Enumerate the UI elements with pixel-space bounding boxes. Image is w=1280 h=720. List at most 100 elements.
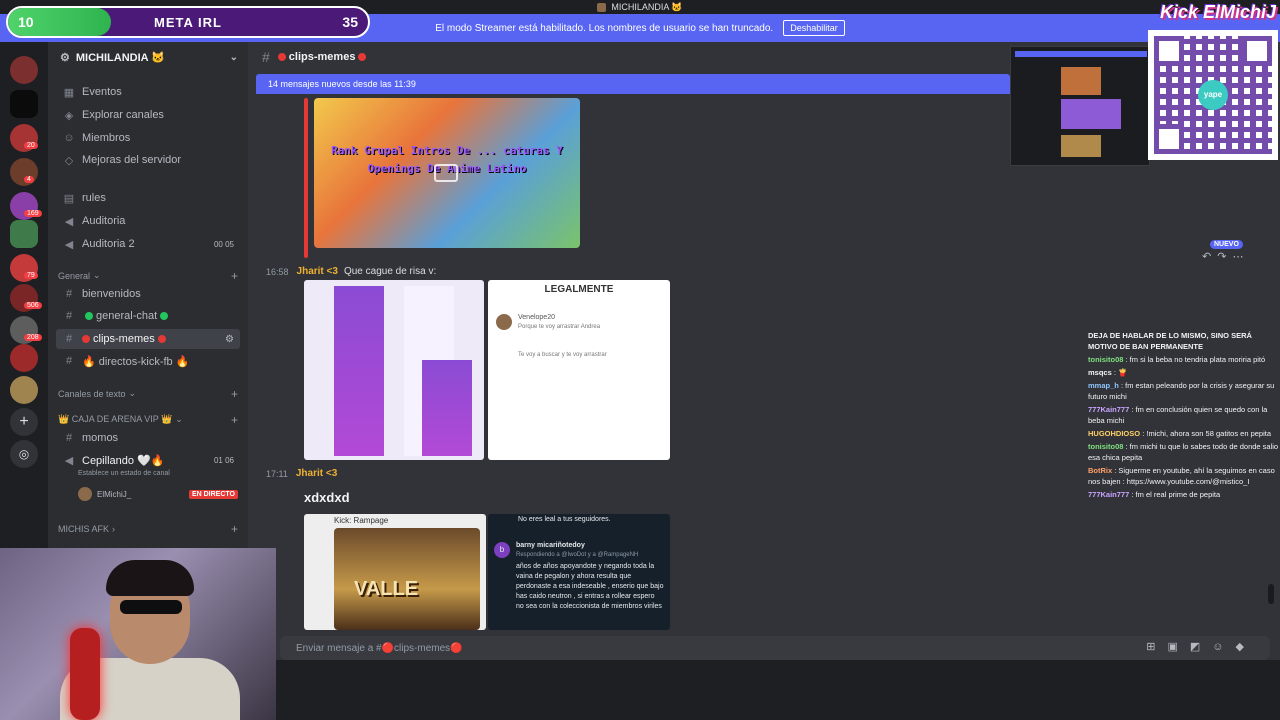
sidebar-item-explore[interactable]: ◈ Explorar canales [56, 105, 240, 125]
scrollbar[interactable] [1268, 584, 1274, 604]
server-name: MICHILANDIA 🐱 [75, 51, 165, 64]
message-actions[interactable]: ↶↷⋯ [1202, 250, 1249, 263]
chat-line: BotRix : Siguerme en youtube, ahí la seg… [1088, 465, 1280, 487]
screen: MICHILANDIA 🐱 El modo Streamer está habi… [0, 0, 1280, 720]
reply-icon[interactable]: ↶ [1202, 251, 1217, 263]
add-channel-icon[interactable]: + [231, 269, 238, 283]
category-text-channels[interactable]: Canales de texto ⌄ + [58, 387, 242, 401]
members-icon: ☺ [63, 132, 75, 144]
server-icon[interactable] [10, 220, 38, 248]
channel-label: bienvenidos [82, 288, 141, 300]
channel-status-hint[interactable]: Establece un estado de canal [78, 470, 170, 477]
server-icon[interactable] [10, 56, 38, 84]
sidebar-item-label: Eventos [82, 86, 122, 98]
image-attachment[interactable] [304, 280, 484, 460]
channel-bienvenidos[interactable]: # bienvenidos [56, 284, 240, 304]
play-icon[interactable] [434, 164, 458, 182]
sidebar-item-members[interactable]: ☺ Miembros [56, 128, 240, 148]
compass-icon: ◈ [64, 109, 74, 122]
rules-icon: ▤ [63, 192, 75, 205]
chevron-down-icon: ⌄ [175, 414, 183, 424]
channel-directos-kick-fb[interactable]: # 🔥 directos-kick-fb 🔥 [56, 351, 240, 371]
server-icon[interactable] [10, 376, 38, 404]
channel-rules[interactable]: ▤ rules [56, 188, 240, 208]
qr-finder [1154, 36, 1184, 66]
hash-icon: # [65, 355, 73, 367]
server-header[interactable]: ⚙ MICHILANDIA 🐱 ⌄ [48, 42, 248, 72]
server-icon[interactable] [10, 344, 38, 372]
live-badge: EN DIRECTO [188, 489, 238, 499]
timestamp: 17:11 [266, 468, 288, 479]
chat-username: tonisito08 [1088, 355, 1124, 364]
qr-finder [1154, 124, 1184, 154]
voice-member[interactable]: ElMichiJ_ EN DIRECTO [78, 486, 248, 502]
chat-username: 777Kain777 [1088, 405, 1130, 414]
category-label: MICHIS AFK [58, 524, 110, 534]
message-input[interactable]: Enviar mensaje a #🔴clips-memes🔴 ⊞▣◩☺◆ [280, 636, 1270, 660]
channel-general-chat[interactable]: # general-chat [56, 306, 240, 326]
voice-channel-cepillando[interactable]: ◀ Cepillando 🤍🔥 01 06 [56, 450, 240, 470]
channel-momos[interactable]: # momos [56, 428, 240, 448]
image-attachment[interactable]: No eres leal a tus seguidores. b barny m… [488, 514, 670, 630]
sticker-icon[interactable]: ◩ [1190, 641, 1212, 653]
sidebar-item-events[interactable]: ▦ Eventos [56, 82, 240, 102]
banner-text: El modo Streamer está habilitado. Los no… [435, 22, 774, 34]
green-circle-icon [85, 312, 93, 320]
webcam-overlay [0, 548, 276, 720]
voice-channel-auditoria-2[interactable]: ◀ Auditoria 2 00 05 [56, 234, 240, 254]
category-vip[interactable]: 👑 CAJA DE ARENA VIP 👑 ⌄ + [58, 413, 242, 427]
voice-channel-auditoria[interactable]: ◀ Auditoria [56, 211, 240, 231]
add-channel-icon[interactable]: + [231, 522, 238, 536]
image-attachment[interactable]: Kick: Rampage VALLE [304, 514, 486, 630]
kick-server-icon[interactable] [10, 90, 38, 118]
more-icon[interactable]: ⋯ [1232, 251, 1249, 263]
embed-accent-bar [304, 98, 308, 258]
image-username: Venelope20 [518, 314, 555, 321]
channel-settings-icon[interactable]: ⚙ [225, 334, 234, 345]
apps-icon[interactable]: ◆ [1236, 641, 1256, 653]
add-channel-icon[interactable]: + [231, 413, 238, 427]
message-input-placeholder: Enviar mensaje a #🔴clips-memes🔴 [296, 642, 463, 654]
meta-goal: 35 [342, 14, 358, 30]
chat-line: 777Kain777 : fm en conclusión quien se q… [1088, 404, 1280, 426]
username[interactable]: Jharit <3 [296, 468, 337, 479]
unread-badge: 506 [24, 302, 42, 309]
disable-streamer-mode-button[interactable]: Deshabilitar [783, 20, 845, 36]
add-server-icon[interactable]: + [10, 408, 38, 436]
emoji-icon[interactable]: ☺ [1212, 641, 1235, 653]
chat-username: HUGOHDIOSO [1088, 429, 1141, 438]
tweet-text: No eres leal a tus seguidores. [518, 516, 611, 523]
unread-badge: 4 [24, 176, 34, 183]
discover-icon[interactable]: ◎ [10, 440, 38, 468]
boost-icon: ◇ [64, 154, 74, 167]
image-attachment[interactable]: LEGALMENTE Venelope20 Porque te voy arra… [488, 280, 670, 460]
channel-clips-memes[interactable]: # clips-memes ⚙ [56, 329, 240, 349]
unread-badge: 79 [24, 272, 38, 279]
message-header: 17:11 Jharit <3 [266, 468, 337, 479]
sidebar-item-label: Explorar canales [82, 109, 164, 121]
meta-title: META IRL [154, 14, 222, 30]
red-circle-icon [82, 335, 90, 343]
username[interactable]: Jharit <3 [297, 266, 338, 277]
video-embed[interactable]: Rank Grupal Intros De ... caturas Y Open… [314, 98, 580, 248]
red-circle-icon [277, 53, 286, 61]
chat-line: tonisito08 : fm si la beba no tendria pl… [1088, 354, 1280, 365]
forward-icon[interactable]: ↷ [1217, 251, 1232, 263]
gif-icon[interactable]: ▣ [1167, 641, 1189, 653]
sidebar-item-label: Mejoras del servidor [82, 154, 182, 166]
add-channel-icon[interactable]: + [231, 387, 238, 401]
message-text: Que cague de risa v: [343, 266, 437, 277]
category-general[interactable]: General ⌄ + [58, 269, 242, 283]
category-afk[interactable]: MICHIS AFK › + [58, 522, 242, 536]
green-circle-icon [160, 312, 169, 320]
gift-icon[interactable]: ⊞ [1146, 641, 1167, 653]
channel-label: general-chat [96, 310, 158, 322]
channel-header: # clips-memes [248, 42, 1010, 72]
voice-count: 00 05 [213, 239, 234, 249]
new-messages-bar[interactable]: 14 mensajes nuevos desde las 11:39 [256, 74, 1010, 94]
poster-text: VALLE [354, 578, 419, 600]
hash-icon: # [65, 333, 73, 345]
sidebar-item-boost[interactable]: ◇ Mejoras del servidor [56, 150, 240, 170]
channel-label: momos [82, 432, 119, 444]
hash-icon: # [65, 432, 73, 444]
